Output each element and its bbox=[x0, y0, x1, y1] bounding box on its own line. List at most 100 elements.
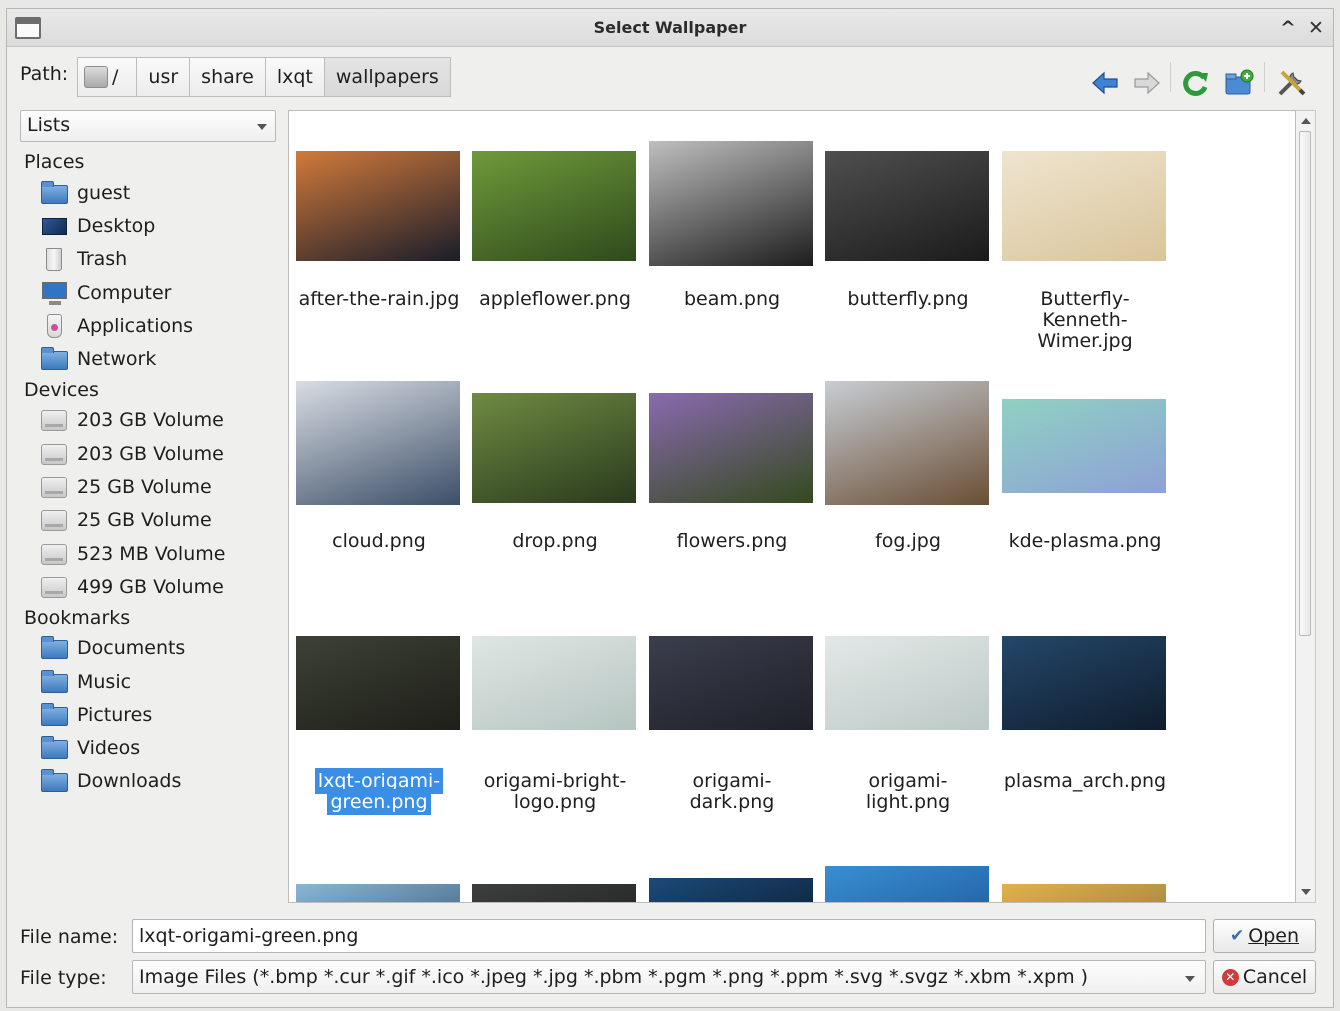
file-thumbnail bbox=[1002, 151, 1166, 261]
close-button[interactable]: ✕ bbox=[1305, 16, 1327, 40]
breadcrumb-root[interactable]: / bbox=[77, 57, 138, 97]
downloads-folder-icon bbox=[39, 768, 69, 794]
file-thumbnail bbox=[1002, 636, 1166, 730]
sidebar-item-label: 203 GB Volume bbox=[77, 409, 224, 432]
sidebar-item-label: Trash bbox=[77, 248, 128, 271]
drive-icon bbox=[39, 474, 69, 500]
new-folder-icon[interactable] bbox=[1224, 68, 1254, 98]
bookmarks-title: Bookmarks bbox=[24, 606, 131, 629]
sidebar-item-documents[interactable]: Documents bbox=[20, 632, 282, 665]
cancel-button[interactable]: ✕ Cancel bbox=[1213, 960, 1316, 994]
file-thumbnail bbox=[472, 151, 636, 261]
reload-icon[interactable] bbox=[1181, 68, 1211, 98]
file-thumbnail bbox=[472, 636, 636, 730]
file-name-label: kde-plasma.png bbox=[997, 531, 1173, 552]
sidebar-item-desktop[interactable]: Desktop bbox=[20, 209, 282, 242]
scroll-up-icon[interactable] bbox=[1301, 118, 1311, 124]
sidebar-view-combo[interactable]: Lists bbox=[20, 110, 276, 142]
toolbar-separator bbox=[1170, 62, 1171, 92]
pictures-folder-icon bbox=[39, 702, 69, 728]
breadcrumb-share[interactable]: share bbox=[189, 57, 266, 97]
drive-icon bbox=[39, 507, 69, 533]
trash-icon bbox=[39, 246, 69, 272]
file-name-label: lxqt-origami-green.png bbox=[291, 768, 467, 815]
sidebar-item-trash[interactable]: Trash bbox=[20, 243, 282, 276]
scrollbar-thumb[interactable] bbox=[1299, 131, 1311, 636]
file-name-line: light.png bbox=[865, 791, 951, 813]
file-name-label: origami-bright-logo.png bbox=[467, 771, 643, 813]
breadcrumb-usr[interactable]: usr bbox=[136, 57, 191, 97]
file-name-line: Wimer.jpg bbox=[1037, 330, 1133, 352]
sidebar-item-label: Applications bbox=[77, 314, 194, 337]
drive-icon bbox=[39, 407, 69, 433]
settings-tools-icon[interactable] bbox=[1276, 68, 1306, 98]
drive-icon bbox=[39, 574, 69, 600]
sidebar-item-pictures[interactable]: Pictures bbox=[20, 698, 282, 731]
back-arrow-icon[interactable] bbox=[1090, 68, 1120, 98]
file-name-line: logo.png bbox=[513, 791, 597, 813]
sidebar-item-volume[interactable]: 25 GB Volume bbox=[20, 470, 282, 503]
file-thumbnail bbox=[825, 151, 989, 261]
sidebar-item-music[interactable]: Music bbox=[20, 665, 282, 698]
sidebar-item-label: Desktop bbox=[77, 214, 156, 237]
file-name-label: File name: bbox=[20, 926, 119, 948]
file-name-label: flowers.png bbox=[644, 531, 820, 552]
sidebar-item-label: 203 GB Volume bbox=[77, 442, 224, 465]
file-name-line: flowers.png bbox=[676, 530, 788, 552]
cancel-button-label: Cancel bbox=[1242, 966, 1308, 988]
file-grid[interactable]: after-the-rain.jpg appleflower.png beam.pn… bbox=[288, 110, 1296, 903]
sidebar-item-volume[interactable]: 499 GB Volume bbox=[20, 570, 282, 603]
sidebar-item-computer[interactable]: Computer bbox=[20, 276, 282, 309]
sidebar-item-label: Documents bbox=[77, 637, 186, 660]
sidebar: Lists Places guest Desktop Trash Compute… bbox=[20, 110, 282, 900]
cancel-icon: ✕ bbox=[1221, 968, 1239, 986]
sidebar-item-volume[interactable]: 25 GB Volume bbox=[20, 504, 282, 537]
open-button[interactable]: ✔ Open bbox=[1213, 919, 1316, 953]
breadcrumb-label: / bbox=[112, 66, 119, 88]
path-label: Path: bbox=[20, 63, 69, 85]
file-name-line: green.png bbox=[327, 789, 431, 815]
breadcrumb-wallpapers[interactable]: wallpapers bbox=[323, 57, 451, 97]
file-thumbnail bbox=[296, 381, 460, 505]
sidebar-item-downloads[interactable]: Downloads bbox=[20, 765, 282, 798]
file-name-line: fog.jpg bbox=[875, 530, 941, 552]
sidebar-item-volume[interactable]: 523 MB Volume bbox=[20, 537, 282, 570]
file-thumbnail bbox=[472, 393, 636, 503]
file-type-value: Image Files (*.bmp *.cur *.gif *.ico *.j… bbox=[139, 966, 1089, 988]
scroll-down-icon[interactable] bbox=[1301, 889, 1311, 895]
sidebar-item-volume[interactable]: 203 GB Volume bbox=[20, 404, 282, 437]
chevron-down-icon bbox=[257, 124, 267, 130]
file-thumbnail bbox=[825, 866, 989, 902]
places-title: Places bbox=[24, 151, 85, 173]
sidebar-item-videos[interactable]: Videos bbox=[20, 731, 282, 764]
sidebar-item-guest[interactable]: guest bbox=[20, 176, 282, 209]
file-name-line: beam.png bbox=[683, 288, 781, 310]
file-name-label: origami-light.png bbox=[820, 771, 996, 813]
sidebar-item-network[interactable]: Network bbox=[20, 342, 282, 375]
collapse-button[interactable]: ^ bbox=[1277, 16, 1299, 40]
sidebar-item-label: Downloads bbox=[77, 770, 182, 793]
file-name-input[interactable]: lxqt-origami-green.png bbox=[132, 919, 1206, 953]
breadcrumb: / usr share lxqt wallpapers bbox=[77, 57, 451, 97]
window-title: Select Wallpaper bbox=[593, 18, 747, 37]
file-type-select[interactable]: Image Files (*.bmp *.cur *.gif *.ico *.j… bbox=[132, 960, 1206, 994]
file-thumbnail bbox=[1002, 399, 1166, 493]
breadcrumb-lxqt[interactable]: lxqt bbox=[264, 57, 325, 97]
title-bar: Select Wallpaper ^ ✕ bbox=[7, 9, 1333, 47]
file-thumbnail bbox=[296, 151, 460, 261]
sidebar-item-label: Computer bbox=[77, 281, 172, 304]
sidebar-item-applications[interactable]: Applications bbox=[20, 309, 282, 342]
file-thumbnail bbox=[649, 393, 813, 503]
places-list: Places guest Desktop Trash Computer Appl… bbox=[20, 148, 282, 798]
forward-arrow-icon[interactable] bbox=[1132, 68, 1162, 98]
file-thumbnail bbox=[472, 884, 636, 902]
file-grid-scrollbar[interactable] bbox=[1296, 110, 1316, 903]
open-button-label: Open bbox=[1248, 925, 1299, 947]
file-thumbnail bbox=[296, 884, 460, 902]
sidebar-item-volume[interactable]: 203 GB Volume bbox=[20, 437, 282, 470]
file-name-line: appleflower.png bbox=[479, 288, 631, 310]
check-icon: ✔ bbox=[1230, 926, 1245, 946]
sidebar-item-label: guest bbox=[77, 181, 131, 204]
file-name-label: Butterfly- Kenneth- Wimer.jpg bbox=[997, 289, 1173, 352]
sidebar-item-label: Pictures bbox=[77, 703, 153, 726]
